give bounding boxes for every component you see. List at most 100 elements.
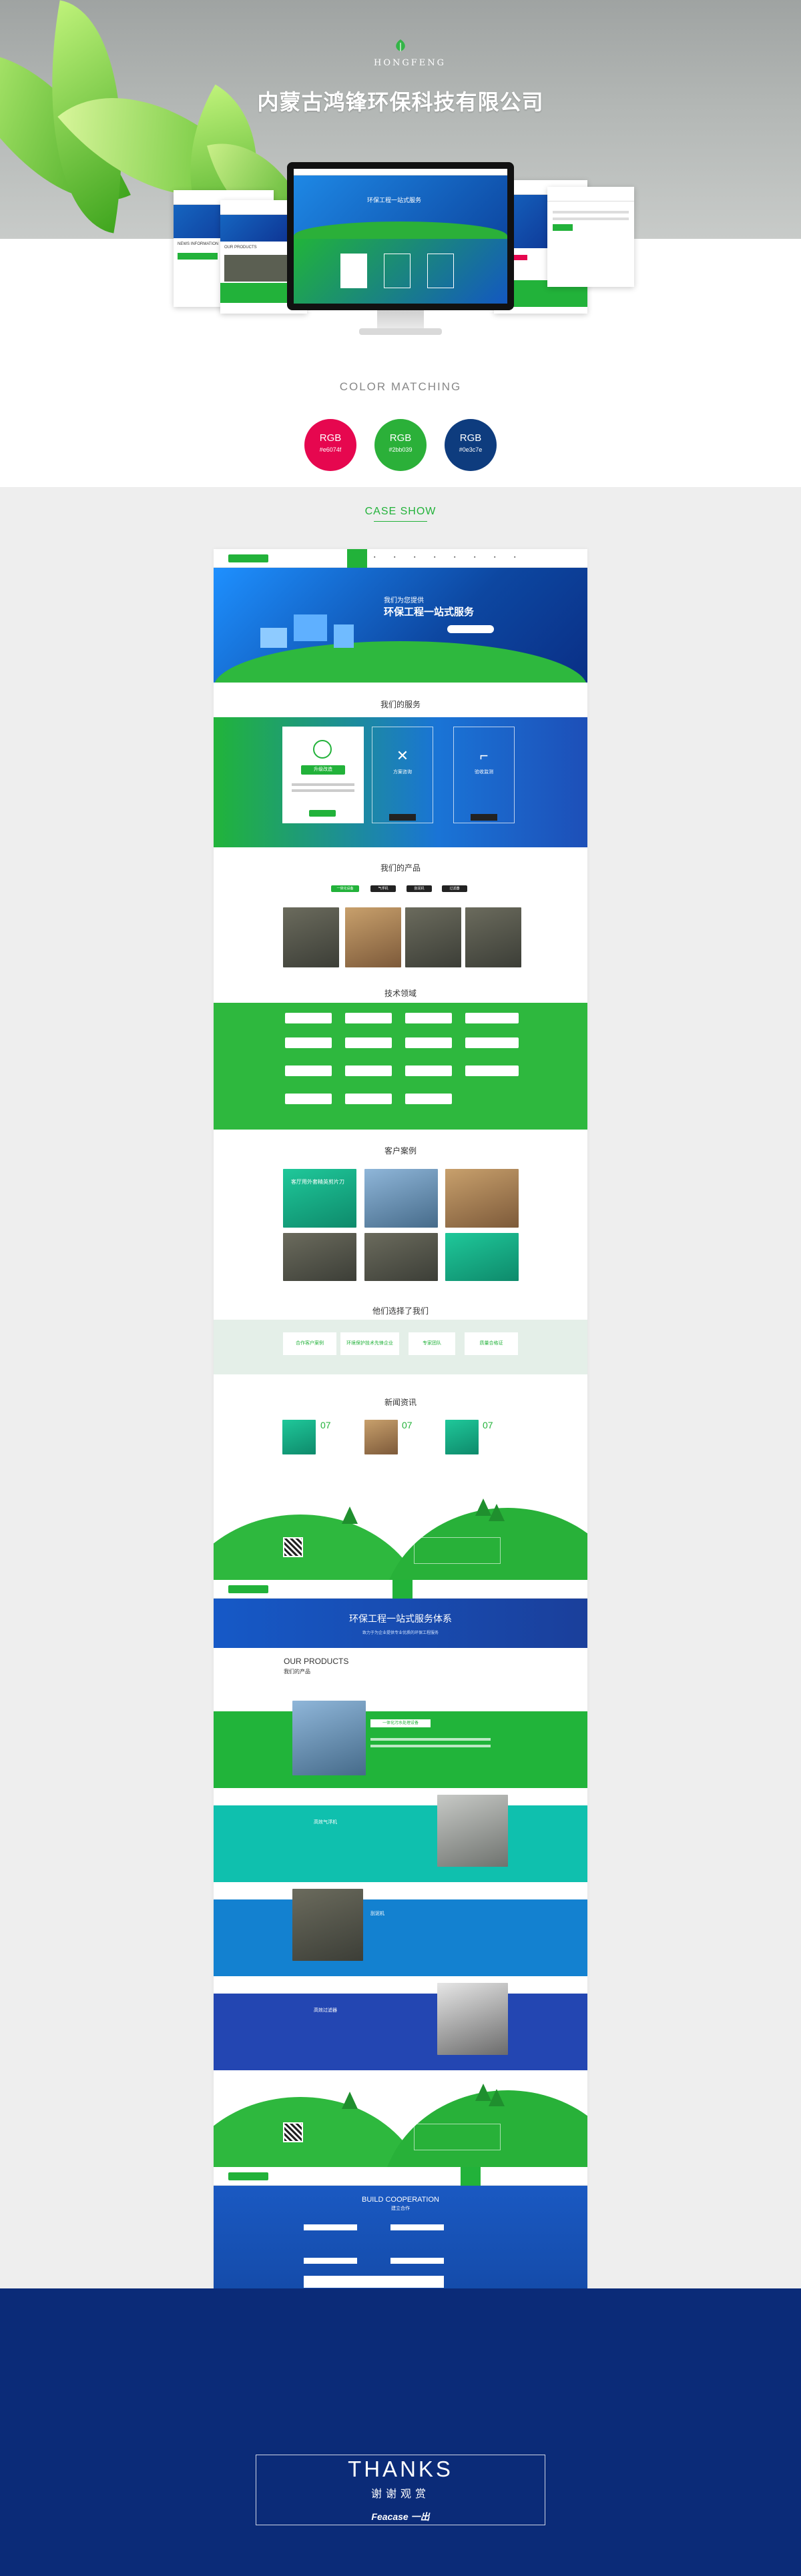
news-day-3: 07	[483, 1420, 493, 1430]
products-title: 我们的产品	[380, 863, 421, 873]
monitor-mockup: 环保工程一站式服务	[287, 162, 514, 310]
product-tab-3[interactable]: 刮泥机	[407, 885, 432, 892]
products-nav-active-tab[interactable]	[392, 1580, 413, 1599]
home-nav: ▪ ▪ ▪ ▪ ▪ ▪ ▪ ▪	[214, 549, 587, 568]
swatch-green: RGB #2bb039	[374, 419, 427, 471]
tech-item[interactable]	[345, 1037, 392, 1048]
why-title: 他们选择了我们	[372, 1306, 429, 1316]
brand-logo-text: HONGFENG	[374, 58, 447, 68]
monitor-screen: 环保工程一站式服务	[294, 169, 507, 304]
form-field[interactable]	[390, 2224, 444, 2230]
tech-item[interactable]	[345, 1094, 392, 1104]
tech-title: 技术领域	[384, 989, 417, 998]
news-thumb-2[interactable]	[364, 1420, 398, 1454]
tech-band	[214, 1003, 587, 1130]
cases-title: 客户案例	[384, 1146, 417, 1156]
monitor-stand	[377, 310, 424, 329]
tech-item[interactable]	[285, 1013, 332, 1023]
thanks-word: THANKS	[348, 2457, 453, 2481]
leaf-logo-icon	[396, 39, 405, 51]
products-heading-en: OUR PRODUCTS	[284, 1657, 349, 1666]
tech-item[interactable]	[465, 1065, 519, 1076]
case-photo-2[interactable]	[364, 1169, 438, 1228]
tech-item[interactable]	[405, 1037, 452, 1048]
contact-nav-active-tab[interactable]	[461, 2167, 481, 2186]
case-photo-3[interactable]	[445, 1169, 519, 1228]
news-day-2: 07	[402, 1420, 413, 1430]
contact-heading-cn: 建立合作	[391, 2206, 410, 2211]
form-field[interactable]	[304, 2224, 357, 2230]
home-banner-search[interactable]	[447, 625, 494, 633]
service-card-2[interactable]: ✕ 方案咨询	[372, 727, 433, 823]
form-field[interactable]	[304, 2258, 357, 2264]
product-photo-2[interactable]	[345, 907, 401, 967]
form-field[interactable]	[390, 2258, 444, 2264]
case-feature[interactable]: 客厅用外套精英剪片刀	[283, 1169, 356, 1228]
news-thumb-3[interactable]	[445, 1420, 479, 1454]
product-photo-3[interactable]	[405, 907, 461, 967]
swatch-red: RGB #e6074f	[304, 419, 356, 471]
case-photo-5[interactable]	[364, 1233, 438, 1281]
product-tab-1[interactable]: 一体化设备	[331, 885, 359, 892]
news-thumb-1[interactable]	[282, 1420, 316, 1454]
mockup-card-right-back	[547, 187, 634, 287]
product-photo-1[interactable]	[283, 907, 339, 967]
case-show-underline	[374, 521, 427, 522]
products-footer	[214, 2070, 587, 2167]
product-band-1: 一体化污水处理设备	[214, 1701, 587, 1788]
service-card-1[interactable]: 升级改造	[282, 727, 364, 823]
tech-item[interactable]	[285, 1065, 332, 1076]
home-footer	[214, 1494, 587, 1580]
form-textarea[interactable]	[304, 2276, 444, 2288]
tech-item[interactable]	[345, 1065, 392, 1076]
home-nav-active-tab[interactable]	[347, 549, 367, 568]
why-item-1: 合作客户案例	[283, 1332, 336, 1355]
why-item-4: 质量合格证	[465, 1332, 518, 1355]
product-band-3: 刮泥机	[214, 1889, 587, 1976]
why-item-3: 专家团队	[409, 1332, 455, 1355]
products-banner: 环保工程一站式服务体系 致力于为企业提供专业优质的环保工程服务	[214, 1599, 587, 1648]
products-nav	[214, 1580, 587, 1599]
products-banner-title: 环保工程一站式服务体系	[349, 1613, 452, 1624]
services-band: 升级改造 ✕ 方案咨询 ⌐ 验收监测	[214, 717, 587, 847]
why-item-2: 环境保护技术先锋企业	[340, 1332, 399, 1355]
tech-item[interactable]	[345, 1013, 392, 1023]
products-nav-logo[interactable]	[228, 1585, 268, 1593]
product-tab-4[interactable]: 过滤器	[442, 885, 467, 892]
product-photo-4[interactable]	[465, 907, 521, 967]
qr-code	[283, 2122, 303, 2142]
tech-item[interactable]	[465, 1037, 519, 1048]
products-heading-cn: 我们的产品	[284, 1669, 310, 1675]
products-banner-sub: 致力于为企业提供专业优质的环保工程服务	[362, 1631, 439, 1635]
case-photo-6[interactable]	[445, 1233, 519, 1281]
home-nav-logo[interactable]	[228, 554, 268, 562]
designer-brand: Feacase 一出	[371, 2511, 430, 2522]
thanks-section	[0, 2288, 801, 2576]
company-name: 内蒙古鸿锋环保科技有限公司	[257, 90, 544, 114]
contact-heading-en: BUILD COOPERATION	[362, 2196, 439, 2204]
news-day-1: 07	[320, 1420, 331, 1430]
contact-nav-logo[interactable]	[228, 2172, 268, 2180]
case-photo-4[interactable]	[283, 1233, 356, 1281]
contact-nav	[214, 2167, 587, 2186]
why-band	[214, 1320, 587, 1374]
color-matching-title: COLOR MATCHING	[339, 380, 462, 393]
thanks-subtitle: 谢谢观赏	[370, 2489, 430, 2500]
home-banner-small: 我们为您提供	[384, 597, 424, 604]
service-card-3[interactable]: ⌐ 验收监测	[453, 727, 515, 823]
tech-item[interactable]	[465, 1013, 519, 1023]
case-show-title: CASE SHOW	[364, 506, 437, 517]
monitor-base	[359, 328, 442, 335]
services-title: 我们的服务	[380, 700, 421, 709]
tech-item[interactable]	[405, 1094, 452, 1104]
swatch-blue: RGB #0e3c7e	[445, 419, 497, 471]
qr-code	[283, 1537, 303, 1557]
home-banner: 我们为您提供 环保工程一站式服务	[214, 568, 587, 683]
tech-item[interactable]	[405, 1013, 452, 1023]
tech-item[interactable]	[285, 1037, 332, 1048]
product-tab-2[interactable]: 气浮机	[370, 885, 396, 892]
tech-item[interactable]	[405, 1065, 452, 1076]
tech-item[interactable]	[285, 1094, 332, 1104]
home-banner-title: 环保工程一站式服务	[384, 606, 475, 618]
product-band-4: 高效过滤器	[214, 1983, 587, 2070]
